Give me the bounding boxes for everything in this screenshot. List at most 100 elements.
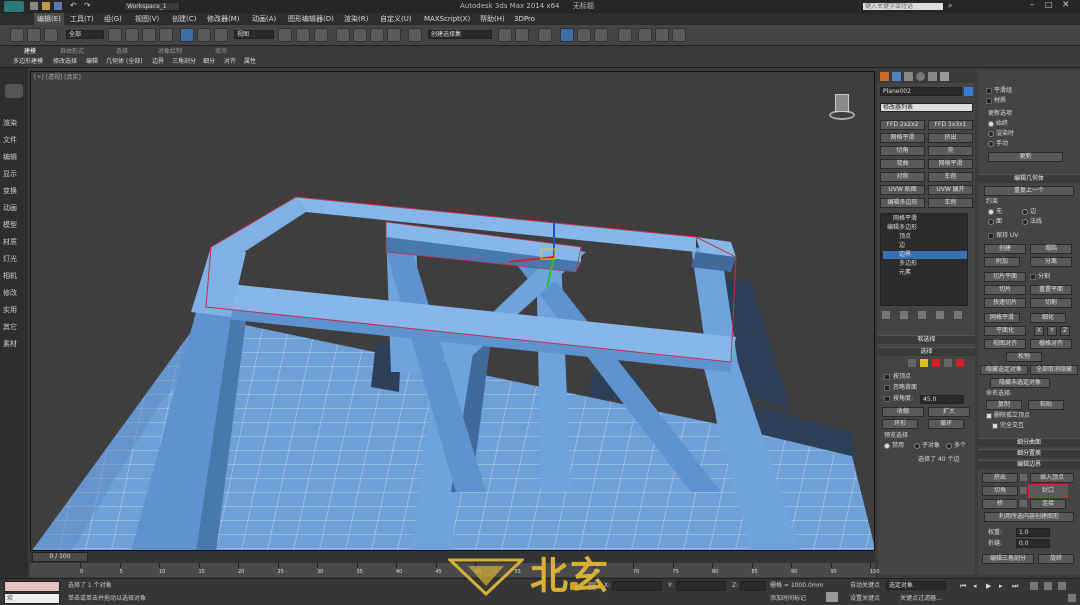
modifier-uvw-map-button[interactable]: UVW 贴图 [880, 185, 925, 195]
stack-polygon[interactable]: 多边形 [899, 260, 917, 268]
keyboard-shortcut-icon[interactable] [314, 28, 328, 42]
graphite-toggle-icon[interactable] [560, 28, 574, 42]
create-button[interactable]: 创建 [984, 244, 1026, 254]
constraint-normal-radio[interactable] [1022, 219, 1028, 225]
select-rotate-icon[interactable] [197, 28, 211, 42]
select-scale-icon[interactable] [214, 28, 228, 42]
border-mode-icon[interactable] [932, 359, 940, 367]
cmd-animation[interactable]: 动画 [3, 203, 17, 213]
selected-object-dropdown[interactable]: 选定对象 [886, 581, 946, 590]
modifier-chamfer-button[interactable]: 切角 [880, 146, 925, 156]
ribbon-tab-selection[interactable]: 选择 [116, 47, 128, 57]
cap-button[interactable]: 封口 [1028, 484, 1068, 498]
motion-tab-icon[interactable] [916, 72, 925, 81]
configure-sets-icon[interactable] [954, 311, 962, 319]
add-time-tag[interactable]: 添加时间标记 [770, 594, 806, 603]
curve-editor-icon[interactable] [577, 28, 591, 42]
select-manipulate-icon[interactable] [296, 28, 310, 42]
menu-maxscript[interactable]: MAXScript(X) [424, 13, 470, 25]
ribbon-tab-object-paint[interactable]: 对象绘制 [158, 47, 182, 57]
cmd-model[interactable]: 模型 [3, 220, 17, 230]
auto-key-label[interactable]: 自动关键点 [850, 581, 880, 590]
extrude-settings-icon[interactable] [1020, 474, 1027, 481]
planarize-x-button[interactable]: X [1034, 326, 1044, 336]
detach-button[interactable]: 分离 [1030, 257, 1072, 267]
viewcube-icon[interactable] [826, 92, 856, 122]
stack-vertex[interactable]: 顶点 [899, 233, 911, 241]
hierarchy-tab-icon[interactable] [904, 72, 913, 81]
menu-help[interactable]: 帮助(H) [480, 13, 505, 25]
ribbon-edit[interactable]: 编辑 [86, 57, 98, 67]
spinner-snap-icon[interactable] [387, 28, 401, 42]
select-move-icon[interactable] [180, 28, 194, 42]
paste-selection-button[interactable]: 粘贴 [1028, 400, 1064, 410]
edit-named-selection-icon[interactable] [408, 28, 422, 42]
selection-rollout[interactable]: 选择 [878, 347, 975, 356]
menu-3dpro[interactable]: 3DPro [514, 13, 535, 25]
selection-filter-dropdown[interactable]: 全部 [66, 30, 104, 39]
planarize-y-button[interactable]: Y [1047, 326, 1057, 336]
material-id-checkbox[interactable] [986, 98, 992, 104]
search-icon[interactable]: ⌕ [948, 1, 952, 11]
material-editor-icon[interactable] [618, 28, 632, 42]
maxscript-input[interactable]: 欢 [4, 593, 60, 604]
maximize-viewport-icon[interactable] [1068, 594, 1076, 602]
next-frame-icon[interactable]: ▸ [999, 582, 1003, 590]
zoom-icon[interactable] [1044, 582, 1052, 590]
viewport-label[interactable]: [+] [透视] [真实] [34, 72, 81, 81]
remove-modifier-icon[interactable] [936, 311, 944, 319]
angle-snap-icon[interactable] [353, 28, 367, 42]
menu-create[interactable]: 创建(C) [172, 13, 196, 25]
modifier-extrude-button[interactable]: 挤出 [928, 133, 973, 143]
set-key-label[interactable]: 设置关键点 [850, 594, 880, 603]
go-to-end-icon[interactable]: ⏭ [1012, 582, 1018, 591]
reset-plane-button[interactable]: 重置平面 [1030, 285, 1072, 295]
perspective-viewport[interactable] [30, 71, 875, 551]
modifier-edit-poly-button[interactable]: 编辑多边形 [880, 198, 925, 208]
modifier-symmetry-button[interactable]: 对称 [880, 172, 925, 182]
cmd-file[interactable]: 文件 [3, 135, 17, 145]
menu-rendering[interactable]: 渲染(R) [344, 13, 368, 25]
angle-value-field[interactable]: 45.0 [920, 395, 964, 404]
play-icon[interactable]: ▶ [986, 582, 991, 590]
relax-button[interactable]: 松弛 [1006, 352, 1042, 362]
full-interactivity-checkbox[interactable] [992, 423, 998, 429]
chamfer-button[interactable]: 切角 [982, 486, 1018, 496]
display-tab-icon[interactable] [928, 72, 937, 81]
split-checkbox[interactable] [1030, 274, 1036, 280]
insert-vertex-button[interactable]: 插入顶点 [1030, 473, 1074, 483]
stack-edge[interactable]: 边 [899, 242, 905, 250]
soft-selection-rollout[interactable]: 软选择 [878, 335, 975, 344]
modifier-ffd331-button[interactable]: FFD 3x3x1 [928, 120, 973, 130]
turn-button[interactable]: 旋转 [1038, 554, 1074, 564]
quick-slice-button[interactable]: 快速切片 [984, 298, 1026, 308]
cmd-display[interactable]: 显示 [3, 169, 17, 179]
previous-frame-icon[interactable]: ◂ [973, 582, 977, 590]
ribbon-tab-populate[interactable]: 填充 [215, 47, 227, 57]
update-button[interactable]: 更新 [988, 152, 1063, 162]
utilities-tab-icon[interactable] [940, 72, 949, 81]
percent-snap-icon[interactable] [370, 28, 384, 42]
unlink-icon[interactable] [27, 28, 41, 42]
loop-button[interactable]: 循环 [928, 419, 964, 429]
menu-animation[interactable]: 动画(A) [252, 13, 276, 25]
pan-icon[interactable] [1030, 582, 1038, 590]
save-file-icon[interactable] [54, 2, 62, 10]
stack-element[interactable]: 元素 [899, 269, 911, 277]
menu-view[interactable]: 视图(V) [135, 13, 159, 25]
edit-triangulation-button[interactable]: 编辑三角剖分 [982, 554, 1034, 564]
collapse-button[interactable]: 塌陷 [1030, 244, 1072, 254]
by-angle-checkbox[interactable] [884, 396, 890, 402]
vertex-mode-icon[interactable] [908, 359, 916, 367]
cmd-other[interactable]: 其它 [3, 322, 17, 332]
cmd-assets[interactable]: 素材 [3, 339, 17, 349]
slice-plane-button[interactable]: 切片平面 [984, 272, 1026, 282]
cmd-utilities[interactable]: 实用 [3, 305, 17, 315]
preview-subobject-radio[interactable] [914, 443, 920, 449]
tessellate-button[interactable]: 细化 [1030, 313, 1066, 323]
update-manual-radio[interactable] [988, 141, 994, 147]
create-shape-button[interactable]: 利用所选内容创建图形 [984, 512, 1074, 522]
z-coord-field[interactable] [740, 581, 766, 591]
minimize-icon[interactable]: – [1030, 0, 1035, 10]
cmd-material[interactable]: 材质 [3, 237, 17, 247]
